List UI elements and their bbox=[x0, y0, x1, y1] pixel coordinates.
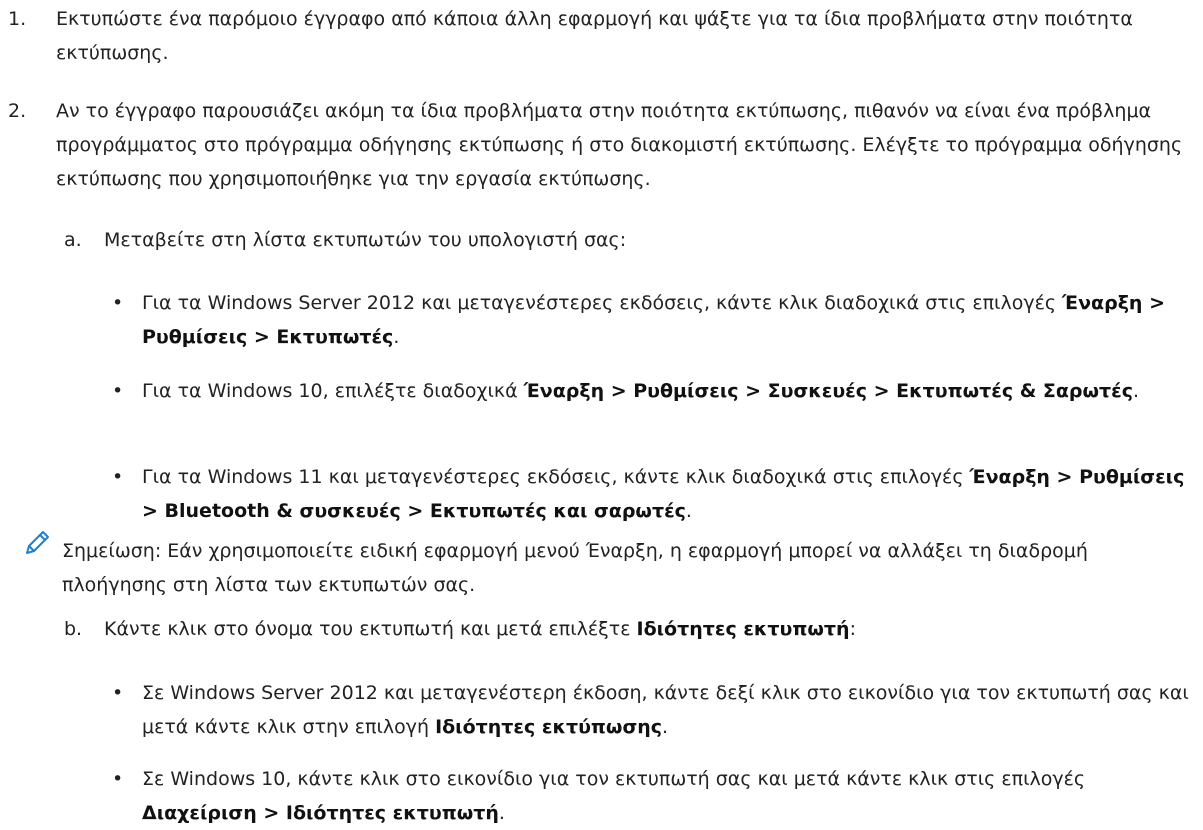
step-text: Αν το έγγραφο παρουσιάζει ακόμη τα ίδια … bbox=[56, 100, 1183, 190]
note-text: Σημείωση: Εάν χρησιμοποιείτε ειδική εφαρ… bbox=[62, 540, 1088, 596]
list-item-suffix: . bbox=[1133, 380, 1140, 402]
substep-letter: b. bbox=[64, 618, 83, 640]
list-item-text: Σε Windows 10, κάντε κλικ στο εικονίδιο … bbox=[112, 762, 1192, 830]
list-item: • Για τα Windows 10, επιλέξτε διαδοχικά … bbox=[112, 374, 1192, 408]
substep-text: Μεταβείτε στη λίστα εκτυπωτών του υπολογ… bbox=[104, 229, 627, 251]
substep-suffix: : bbox=[849, 618, 856, 640]
document-page: 1. Εκτυπώστε ένα παρόμοιο έγγραφο από κά… bbox=[0, 0, 1203, 824]
menu-path: Ιδιότητες εκτυπωτή bbox=[636, 618, 850, 640]
list-item-text: Σε Windows Server 2012 και μεταγενέστερη… bbox=[112, 676, 1192, 744]
list-item-suffix: . bbox=[662, 716, 669, 738]
substep-text: Κάντε κλικ στο όνομα του εκτυπωτή και με… bbox=[64, 612, 1184, 646]
step-number: 2. bbox=[8, 100, 27, 122]
list-item-prefix: Για τα Windows 10, επιλέξτε διαδοχικά bbox=[142, 380, 524, 402]
list-item: • Για τα Windows Server 2012 και μεταγεν… bbox=[112, 286, 1192, 354]
list-item: • Για τα Windows 11 και μεταγενέστερες ε… bbox=[112, 460, 1192, 528]
step-2: 2. Αν το έγγραφο παρουσιάζει ακόμη τα ίδ… bbox=[8, 94, 1193, 196]
note: Σημείωση: Εάν χρησιμοποιείτε ειδική εφαρ… bbox=[62, 534, 1182, 602]
menu-path: Διαχείριση > Ιδιότητες εκτυπωτή bbox=[142, 802, 499, 824]
step-1: 1. Εκτυπώστε ένα παρόμοιο έγγραφο από κά… bbox=[8, 2, 1193, 70]
list-item-suffix: . bbox=[498, 802, 505, 824]
list-item-suffix: . bbox=[393, 326, 400, 348]
bullet-marker: • bbox=[112, 292, 124, 314]
step-number: 1. bbox=[8, 8, 27, 30]
list-item-suffix: . bbox=[685, 500, 692, 522]
bullet-marker: • bbox=[112, 380, 124, 402]
list-item: • Σε Windows Server 2012 και μεταγενέστε… bbox=[112, 676, 1192, 744]
list-item-prefix: Για τα Windows 11 και μεταγενέστερες εκδ… bbox=[142, 466, 970, 488]
list-item: • Σε Windows 10, κάντε κλικ στο εικονίδι… bbox=[112, 762, 1192, 830]
list-item-text: Για τα Windows 11 και μεταγενέστερες εκδ… bbox=[112, 460, 1192, 528]
substep-prefix: Κάντε κλικ στο όνομα του εκτυπωτή και με… bbox=[104, 618, 637, 640]
substep-a: a. Μεταβείτε στη λίστα εκτυπωτών του υπο… bbox=[64, 223, 1184, 257]
substep-letter: a. bbox=[64, 229, 82, 251]
list-item-prefix: Για τα Windows Server 2012 και μεταγενέσ… bbox=[142, 292, 1063, 314]
menu-path: Έναρξη > Ρυθμίσεις > Συσκευές > Εκτυπωτέ… bbox=[523, 380, 1133, 402]
pencil-icon bbox=[22, 528, 52, 558]
menu-path: Ιδιότητες εκτύπωσης bbox=[435, 716, 663, 738]
bullet-marker: • bbox=[112, 466, 124, 488]
list-item-text: Για τα Windows Server 2012 και μεταγενέσ… bbox=[112, 286, 1192, 354]
list-item-prefix: Σε Windows 10, κάντε κλικ στο εικονίδιο … bbox=[142, 768, 1086, 790]
substep-b: b. Κάντε κλικ στο όνομα του εκτυπωτή και… bbox=[64, 612, 1184, 646]
step-text: Εκτυπώστε ένα παρόμοιο έγγραφο από κάποι… bbox=[56, 8, 1133, 64]
list-item-text: Για τα Windows 10, επιλέξτε διαδοχικά Έν… bbox=[112, 374, 1192, 408]
bullet-marker: • bbox=[112, 768, 124, 790]
bullet-marker: • bbox=[112, 682, 124, 704]
